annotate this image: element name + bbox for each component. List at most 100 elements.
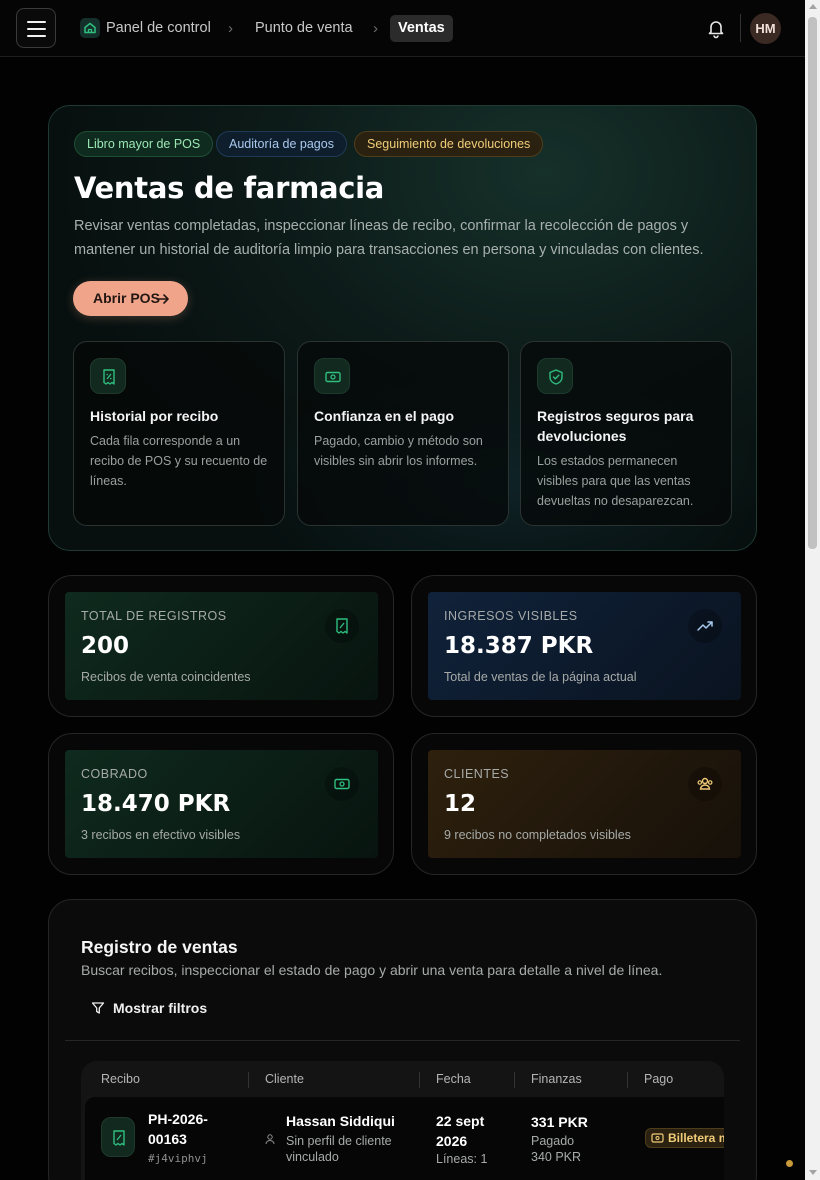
sale-date-line: 22 sept (436, 1113, 485, 1129)
column-header-date[interactable]: Fecha (436, 1061, 471, 1097)
feature-title: Historial por recibo (90, 408, 219, 424)
tag-pos-ledger: Libro mayor de POS (74, 131, 214, 157)
customer-note-line: vinculado (286, 1150, 339, 1164)
breadcrumb-home-label: Panel de control (106, 20, 211, 36)
breadcrumb-section[interactable]: Punto de venta (255, 15, 353, 42)
column-divider (514, 1072, 515, 1088)
divider (65, 1040, 740, 1041)
feature-description: Los estados permanecen visibles para que… (537, 454, 694, 508)
stat-card-inner: COBRADO 18.470 PKR 3 recibos en efectivo… (65, 750, 378, 858)
sale-amount: 331 PKR (531, 1114, 588, 1130)
column-divider (419, 1072, 420, 1088)
open-pos-label: Abrir POS (93, 290, 160, 306)
trending-up-icon (688, 609, 722, 643)
users-icon (688, 767, 722, 801)
chevron-right-icon: › (228, 20, 233, 37)
feature-title: Registros seguros para devoluciones (537, 408, 694, 444)
sale-date-line: 2026 (436, 1133, 468, 1149)
customer-note-line: Sin perfil de cliente (286, 1134, 392, 1148)
column-divider (627, 1072, 628, 1088)
stat-card-total-records: TOTAL DE REGISTROS 200 Recibos de venta … (48, 575, 394, 717)
customer-note: Sin perfil de cliente vinculado (286, 1133, 392, 1165)
filter-icon (91, 1002, 105, 1014)
show-filters-label: Mostrar filtros (113, 1000, 208, 1016)
column-header-receipt[interactable]: Recibo (101, 1061, 140, 1097)
user-icon (265, 1134, 275, 1148)
stat-card-inner: CLIENTES 12 9 recibos no completados vis… (428, 750, 741, 858)
sale-date: 22 sept 2026 (436, 1111, 484, 1151)
stat-value: 12 (444, 791, 477, 817)
breadcrumb-current: Ventas (390, 15, 453, 42)
hero-panel: Libro mayor de POS Auditoría de pagos Se… (48, 105, 757, 551)
top-bar: Panel de control › Punto de venta › Vent… (0, 0, 805, 57)
section-description: Buscar recibos, inspeccionar el estado d… (81, 962, 663, 978)
feature-card-payment-trust: Confianza en el pago Pagado, cambio y mé… (297, 341, 509, 526)
shield-check-icon (537, 358, 573, 394)
receipt-number-line: PH-2026- (148, 1111, 208, 1127)
stat-subtitle: 9 recibos no completados visibles (444, 828, 631, 842)
paid-amount: 340 PKR (531, 1150, 582, 1164)
divider (740, 14, 741, 42)
payment-method-label: Billetera m (668, 1131, 724, 1145)
stat-label: COBRADO (81, 767, 148, 781)
avatar[interactable]: HM (750, 13, 781, 44)
stat-label: CLIENTES (444, 767, 510, 781)
column-header-customer[interactable]: Cliente (265, 1061, 304, 1097)
stat-value: 18.387 PKR (444, 633, 594, 659)
receipt-icon (325, 609, 359, 643)
scroll-down-icon[interactable] (809, 1170, 817, 1175)
sales-table: Recibo Cliente Fecha Finanzas Pago PH-20… (81, 1061, 724, 1180)
paid-label: Pagado (531, 1134, 575, 1148)
banknote-icon (314, 358, 350, 394)
menu-icon (27, 21, 46, 23)
stat-label: TOTAL DE REGISTROS (81, 609, 227, 623)
feature-description: Cada fila corresponde a un recibo de POS… (90, 434, 268, 488)
stat-card-customers: CLIENTES 12 9 recibos no completados vis… (411, 733, 757, 875)
sales-register-panel: Registro de ventas Buscar recibos, inspe… (48, 899, 757, 1180)
receipt-code: #j4viphvj (148, 1152, 208, 1165)
stat-card-inner: INGRESOS VISIBLES 18.387 PKR Total de ve… (428, 592, 741, 700)
column-header-payment[interactable]: Pago (644, 1061, 673, 1097)
open-pos-button[interactable]: Abrir POS (73, 281, 188, 316)
table-row[interactable]: PH-2026- 00163 #j4viphvj Hassan Siddiqui… (85, 1097, 724, 1180)
tag-returns-tracking: Seguimiento de devoluciones (354, 131, 544, 157)
column-header-finance[interactable]: Finanzas (531, 1061, 582, 1097)
column-divider (248, 1072, 249, 1088)
menu-icon-bar (27, 28, 46, 30)
page-description: Revisar ventas completadas, inspeccionar… (74, 218, 704, 258)
show-filters-button[interactable]: Mostrar filtros (91, 998, 207, 1020)
section-title: Registro de ventas (81, 937, 238, 957)
stat-card-visible-revenue: INGRESOS VISIBLES 18.387 PKR Total de ve… (411, 575, 757, 717)
stat-label: INGRESOS VISIBLES (444, 609, 578, 623)
feature-title: Confianza en el pago (314, 408, 455, 424)
scrollbar-thumb[interactable] (808, 17, 817, 549)
breadcrumb-home[interactable]: Panel de control (80, 15, 211, 42)
menu-button[interactable] (16, 8, 56, 48)
bell-icon[interactable] (705, 17, 727, 39)
status-indicator (786, 1160, 793, 1167)
paid-info: Pagado 340 PKR (531, 1133, 581, 1165)
scroll-up-icon[interactable] (809, 4, 817, 9)
stat-subtitle: 3 recibos en efectivo visibles (81, 828, 241, 842)
stat-subtitle: Total de ventas de la página actual (444, 670, 637, 684)
stat-subtitle: Recibos de venta coincidentes (81, 670, 251, 684)
home-icon (80, 18, 100, 38)
stat-card-inner: TOTAL DE REGISTROS 200 Recibos de venta … (65, 592, 378, 700)
stat-card-collected: COBRADO 18.470 PKR 3 recibos en efectivo… (48, 733, 394, 875)
receipt-number[interactable]: PH-2026- 00163 (148, 1109, 208, 1149)
wallet-icon (651, 1133, 664, 1143)
stat-value: 200 (81, 633, 130, 659)
customer-name: Hassan Siddiqui (286, 1113, 395, 1129)
banknote-icon (325, 767, 359, 801)
feature-card-receipt-history: Historial por recibo Cada fila correspon… (73, 341, 285, 526)
arrow-right-icon (156, 294, 169, 304)
receipt-icon (101, 1117, 135, 1157)
payment-method-badge: Billetera m (645, 1128, 724, 1148)
receipt-number-line: 00163 (148, 1131, 187, 1147)
tag-payment-audit: Auditoría de pagos (216, 131, 347, 157)
receipt-icon (90, 358, 126, 394)
feature-card-secure-returns: Registros seguros para devoluciones Los … (520, 341, 732, 526)
line-count: Líneas: 1 (436, 1152, 488, 1166)
chevron-right-icon: › (373, 20, 378, 37)
feature-description: Pagado, cambio y método son visibles sin… (314, 434, 483, 468)
